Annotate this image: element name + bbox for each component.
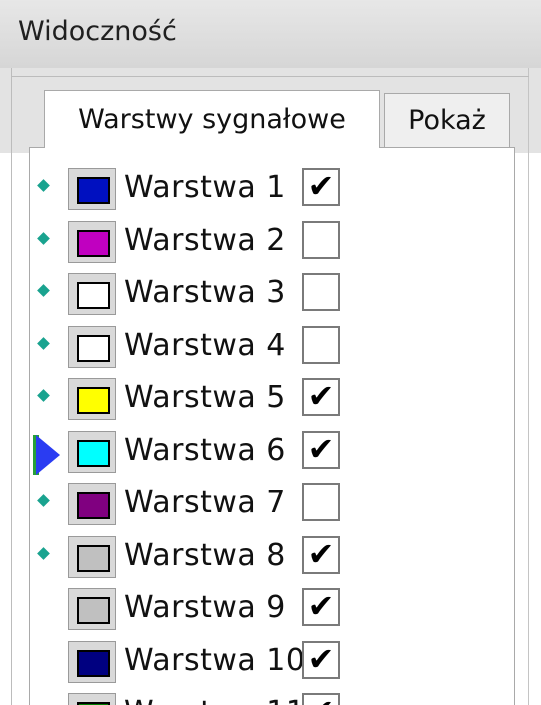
check-icon: ✔ xyxy=(306,693,336,705)
teal-diamond-icon xyxy=(38,390,50,402)
layer-label: Warstwa 4 xyxy=(124,328,286,363)
layer-label: Warstwa 11 xyxy=(124,691,305,705)
panel-title: Widoczność xyxy=(18,16,177,47)
layer-row[interactable]: Warstwa 8 ✔ xyxy=(0,528,541,580)
teal-diamond-icon xyxy=(38,548,50,560)
layer-color-swatch xyxy=(77,177,110,204)
layer-row[interactable]: Warstwa 9 ✔ xyxy=(0,580,541,632)
panel-titlebar: Widoczność xyxy=(0,0,541,69)
layer-color-swatch xyxy=(77,650,110,677)
current-layer-arrow-icon xyxy=(33,435,60,475)
layer-row[interactable]: Warstwa 7 xyxy=(0,475,541,527)
layer-label: Warstwa 6 xyxy=(124,433,286,468)
layer-row[interactable]: Warstwa 11✔ xyxy=(0,685,541,705)
layer-label: Warstwa 8 xyxy=(124,538,286,573)
layer-visibility-checkbox[interactable]: ✔ xyxy=(302,378,340,416)
tab-signal-layers[interactable]: Warstwy sygnałowe xyxy=(44,90,380,148)
layer-label: Warstwa 7 xyxy=(124,485,286,520)
layer-color-swatch xyxy=(77,440,110,467)
layer-visibility-checkbox[interactable] xyxy=(302,221,340,259)
layer-color-button[interactable] xyxy=(68,378,116,420)
layer-label: Warstwa 2 xyxy=(124,223,286,258)
teal-diamond-icon xyxy=(38,285,50,297)
layer-label: Warstwa 10 xyxy=(124,643,306,678)
layer-visibility-checkbox[interactable] xyxy=(302,326,340,364)
layer-color-swatch xyxy=(77,230,110,257)
layer-color-button[interactable] xyxy=(68,693,116,705)
layer-visibility-checkbox[interactable] xyxy=(302,483,340,521)
teal-diamond-icon xyxy=(38,338,50,350)
layer-visibility-checkbox[interactable]: ✔ xyxy=(302,168,340,206)
check-icon: ✔ xyxy=(307,377,335,415)
layer-color-button[interactable] xyxy=(68,273,116,315)
layer-row[interactable]: Warstwa 5 ✔ xyxy=(0,370,541,422)
layer-row[interactable]: Warstwa 10 ✔ xyxy=(0,633,541,685)
check-icon: ✔ xyxy=(307,535,335,573)
tab-show[interactable]: Pokaż xyxy=(384,93,510,147)
layer-color-button[interactable] xyxy=(68,326,116,368)
layer-color-button[interactable] xyxy=(68,483,116,525)
layer-color-swatch xyxy=(77,335,110,362)
layer-color-swatch xyxy=(77,492,110,519)
layer-color-swatch xyxy=(77,282,110,309)
layer-row[interactable]: Warstwa 2 xyxy=(0,213,541,265)
teal-diamond-icon xyxy=(38,180,50,192)
layer-label: Warstwa 9 xyxy=(124,590,286,625)
layer-color-button[interactable] xyxy=(68,588,116,630)
check-icon: ✔ xyxy=(307,430,335,468)
teal-diamond-icon xyxy=(38,233,50,245)
current-layer-triangle xyxy=(36,435,60,475)
layer-label: Warstwa 3 xyxy=(124,275,286,310)
layer-label: Warstwa 1 xyxy=(124,170,286,205)
check-icon: ✔ xyxy=(307,167,335,205)
layer-visibility-checkbox[interactable]: ✔ xyxy=(302,431,340,469)
layer-color-swatch xyxy=(77,597,110,624)
layer-row[interactable]: Warstwa 1 ✔ xyxy=(0,160,541,212)
layer-color-swatch xyxy=(77,545,110,572)
layer-visibility-checkbox[interactable] xyxy=(302,273,340,311)
layer-color-button[interactable] xyxy=(68,431,116,473)
frame-top-edge xyxy=(11,76,529,77)
layer-color-button[interactable] xyxy=(68,641,116,683)
layer-visibility-checkbox[interactable]: ✔ xyxy=(302,536,340,574)
check-icon: ✔ xyxy=(307,640,335,678)
layer-visibility-checkbox[interactable]: ✔ xyxy=(302,588,340,626)
layer-color-button[interactable] xyxy=(68,168,116,210)
check-icon: ✔ xyxy=(307,587,335,625)
layer-color-swatch xyxy=(77,387,110,414)
layer-label: Warstwa 5 xyxy=(124,380,286,415)
layer-color-button[interactable] xyxy=(68,221,116,263)
layer-row[interactable]: Warstwa 3 xyxy=(0,265,541,317)
layer-visibility-checkbox[interactable]: ✔ xyxy=(302,693,340,705)
layer-row[interactable]: Warstwa 4 xyxy=(0,318,541,370)
layer-color-button[interactable] xyxy=(68,536,116,578)
teal-diamond-icon xyxy=(38,495,50,507)
layer-visibility-checkbox[interactable]: ✔ xyxy=(302,641,340,679)
layer-row[interactable]: Warstwa 6 ✔ xyxy=(0,423,541,475)
